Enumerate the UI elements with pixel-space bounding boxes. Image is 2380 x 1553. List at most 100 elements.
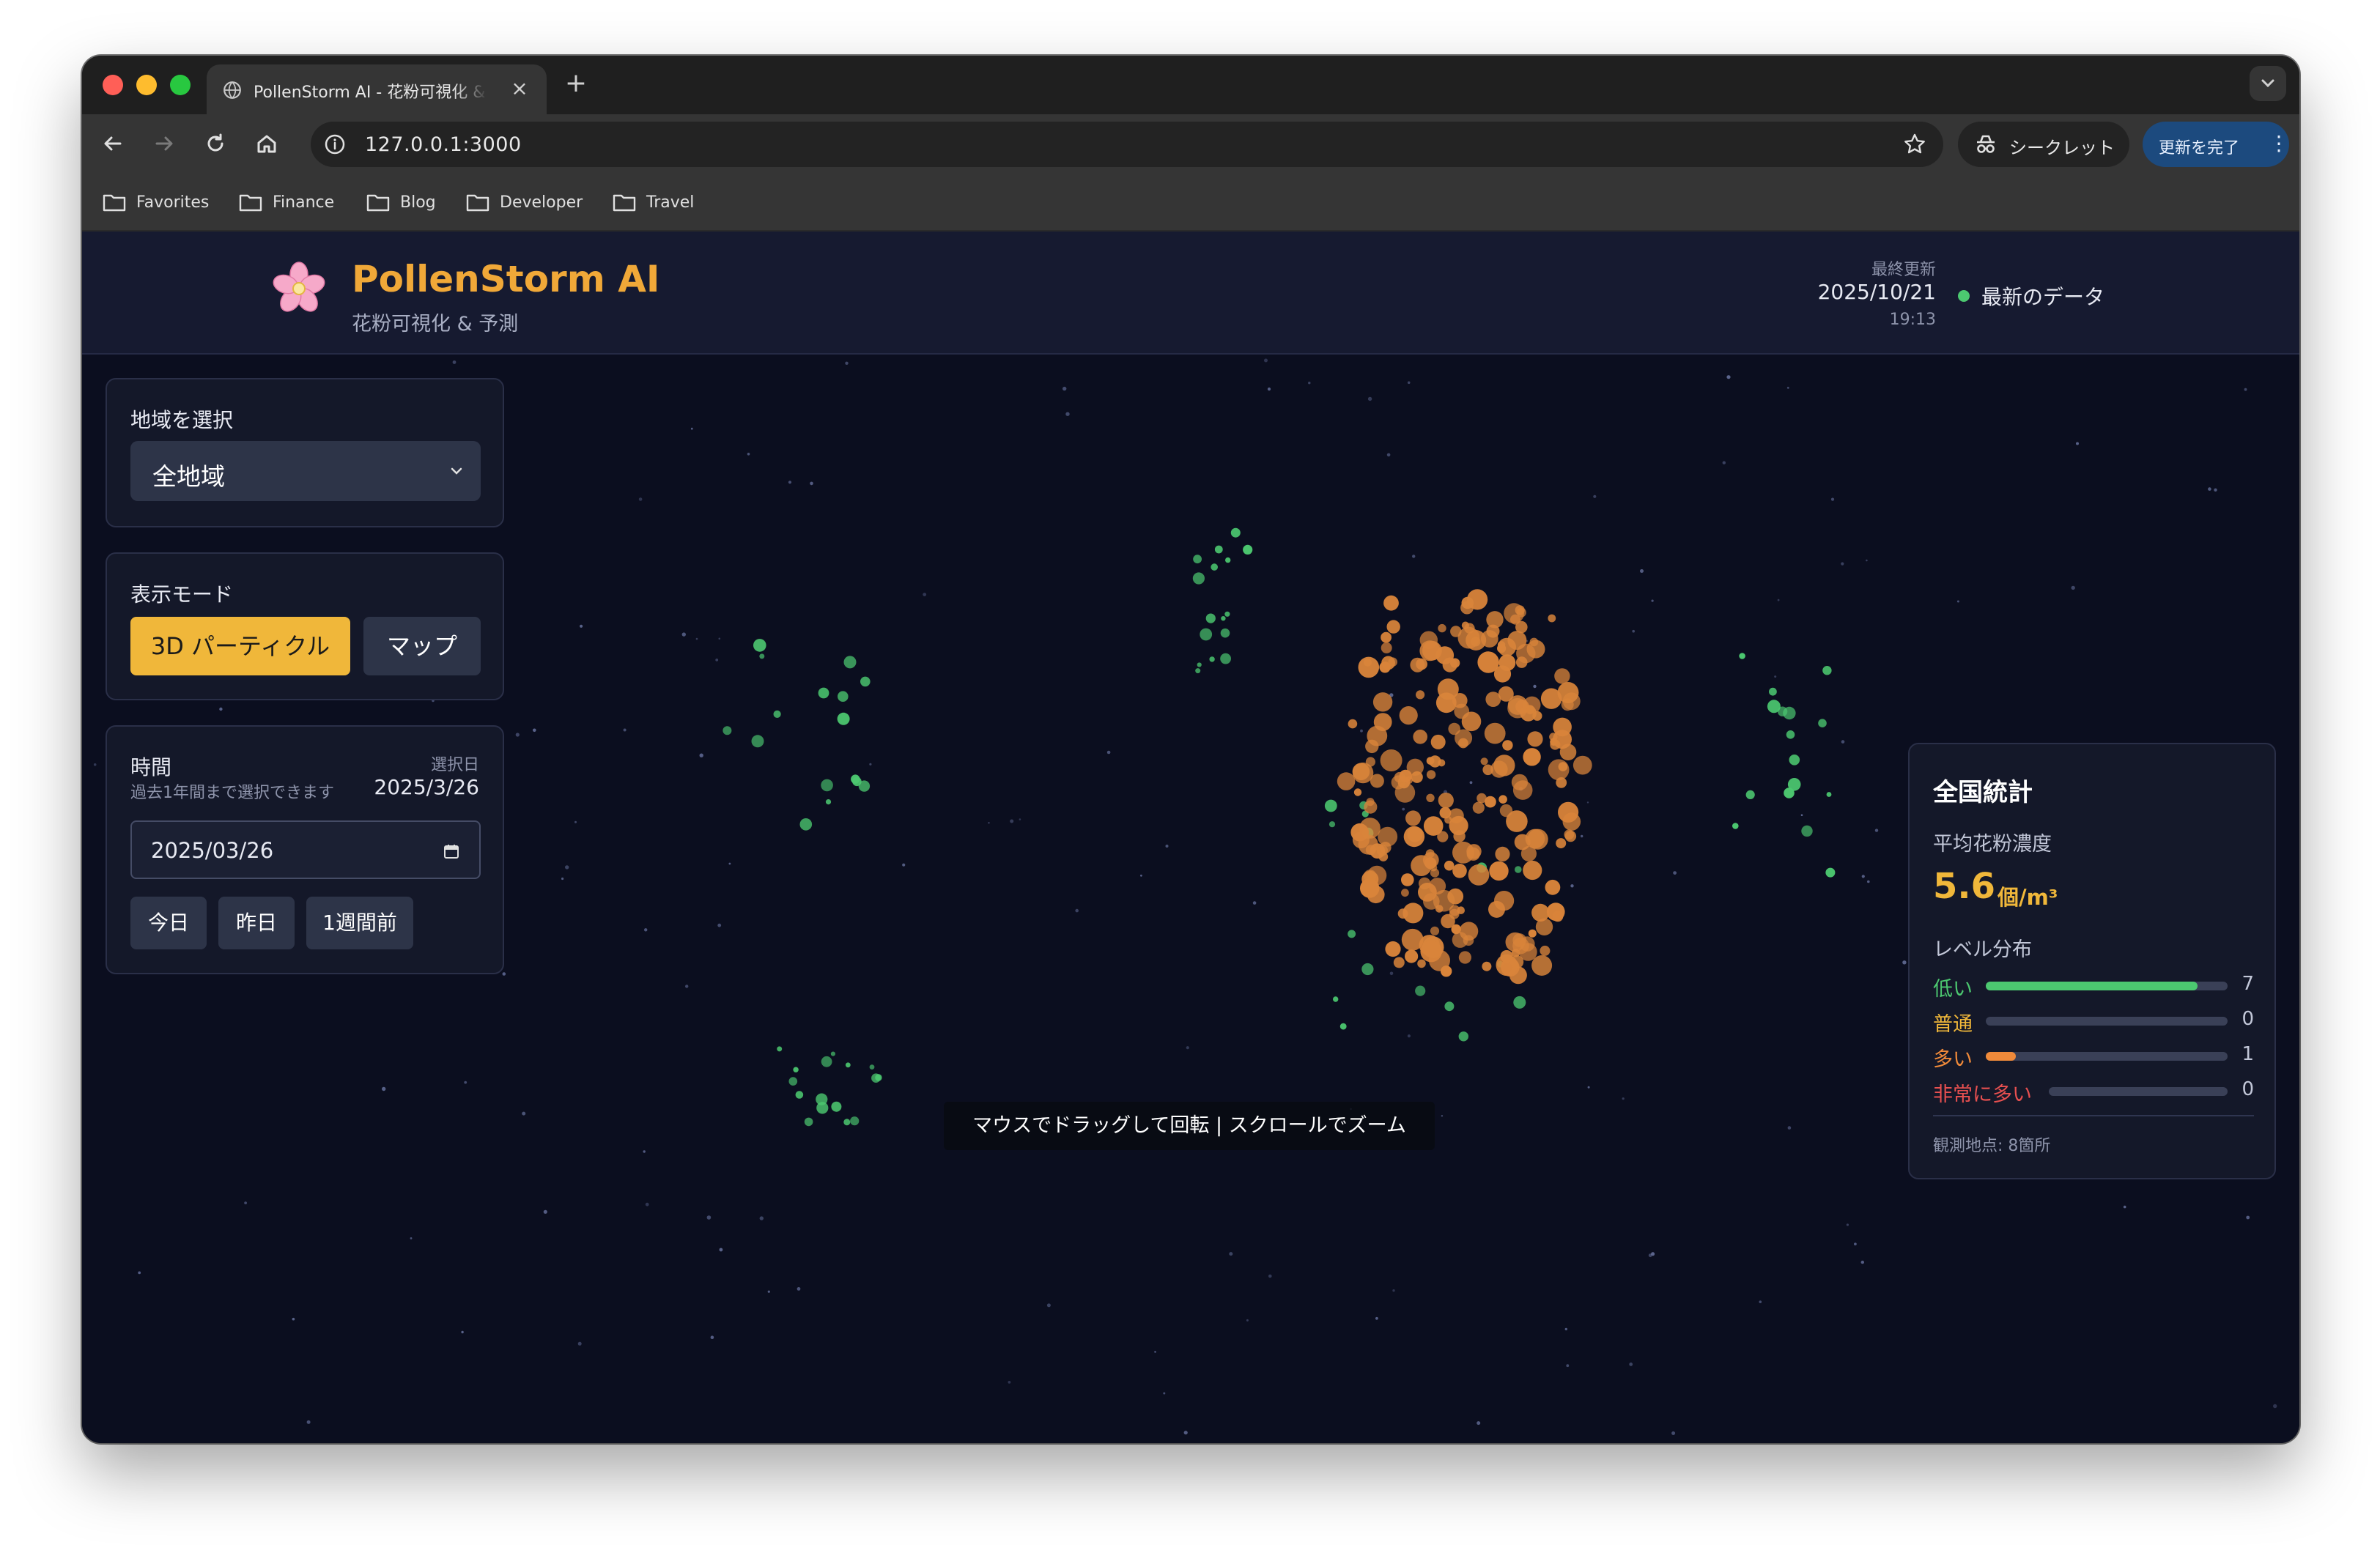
level-count: 1: [2242, 1043, 2254, 1065]
star-particle: [1367, 396, 1372, 401]
mode-map-button[interactable]: マップ: [363, 617, 481, 675]
pollen-particle-low: [788, 1077, 798, 1086]
star-particle: [645, 1202, 649, 1207]
level-label: 低い: [1933, 978, 1973, 1001]
forward-arrow-icon[interactable]: [149, 129, 179, 158]
pollen-particle-high: [1352, 763, 1370, 781]
pollen-particle-high: [1435, 692, 1457, 714]
pollen-particle-low: [1818, 719, 1827, 727]
pollen-particle-high: [1452, 932, 1468, 948]
close-window-button[interactable]: [103, 75, 123, 95]
star-particle: [1407, 1034, 1411, 1038]
bookmarks-bar: Favorites Finance Blog Developer Travel: [82, 173, 2299, 231]
today-button[interactable]: 今日: [130, 897, 207, 949]
avg-pollen-unit: 個/m³: [1998, 885, 2058, 910]
bookmark-travel[interactable]: Travel: [613, 189, 708, 215]
star-particle: [1777, 598, 1780, 601]
star-particle: [244, 1201, 247, 1204]
maximize-window-button[interactable]: [170, 75, 191, 95]
pollen-particle-high: [1350, 823, 1369, 842]
folder-icon: [103, 194, 126, 212]
mode-3d-particles-button[interactable]: 3D パーティクル: [130, 617, 350, 675]
pollen-particle-high: [1370, 774, 1384, 788]
pollen-particle-high: [1482, 764, 1493, 776]
star-particle: [1841, 562, 1844, 566]
pollen-particle-low: [799, 818, 813, 831]
folder-icon: [239, 194, 262, 212]
pollen-particle-low: [837, 712, 850, 725]
star-particle: [869, 763, 872, 766]
chevron-down-icon: [2261, 79, 2274, 88]
pollen-particle-high: [1482, 961, 1492, 971]
tab-title: PollenStorm AI - 花粉可視化 & 予測: [254, 84, 488, 101]
pollen-particle-high: [1438, 793, 1454, 809]
star-particle: [2214, 488, 2217, 492]
star-particle: [728, 862, 731, 865]
pollen-particle-high: [1438, 623, 1446, 633]
one-week-ago-button[interactable]: 1週間前: [306, 897, 413, 949]
pollen-particle-low: [1801, 825, 1813, 837]
pollen-particle-low: [1769, 687, 1777, 696]
browser-tab[interactable]: PollenStorm AI - 花粉可視化 & 予測 ×: [207, 64, 547, 114]
pollen-particle-low: [1458, 1031, 1469, 1042]
star-particle: [788, 481, 792, 484]
pollen-particle-high: [1495, 846, 1510, 861]
pollen-particle-low: [793, 1067, 799, 1072]
more-menu-icon[interactable]: ⋮: [2269, 130, 2289, 157]
incognito-indicator[interactable]: シークレット: [1958, 122, 2129, 167]
star-particle: [1386, 453, 1391, 457]
pollen-particle-low: [1328, 821, 1336, 828]
bookmark-finance[interactable]: Finance: [239, 189, 349, 215]
update-button[interactable]: 更新を完了 ⋮: [2143, 122, 2289, 167]
pollen-particle-low: [751, 735, 764, 748]
particle-scene[interactable]: 地域を選択 全地域 表示モード 3D パーティクル マップ 時間 過去1年間まで…: [82, 355, 2299, 1443]
bookmark-star-icon[interactable]: [1902, 132, 1927, 157]
tab-close-icon[interactable]: ×: [509, 78, 531, 100]
level-distribution-label: レベル分布: [1933, 938, 2032, 961]
pollen-particle-high: [1561, 698, 1574, 711]
star-particle: [1308, 382, 1311, 385]
star-particle: [1229, 1252, 1233, 1256]
back-arrow-icon[interactable]: [98, 129, 128, 158]
star-particle: [1252, 901, 1257, 905]
pollen-particle-high: [1380, 749, 1402, 771]
time-sublabel: 過去1年間まで選択できます: [130, 784, 334, 802]
calendar-icon[interactable]: [443, 842, 460, 860]
bookmark-label: Developer: [500, 193, 583, 212]
tab-search-button[interactable]: [2250, 66, 2286, 101]
pollen-particle-high: [1489, 861, 1509, 881]
star-particle: [699, 753, 703, 757]
pollen-particle-low: [1515, 866, 1522, 873]
star-particle: [1566, 1364, 1570, 1368]
pollen-particle-low: [825, 799, 832, 805]
bookmark-favorites[interactable]: Favorites: [103, 189, 220, 215]
pollen-particle-low: [821, 1056, 832, 1067]
minimize-window-button[interactable]: [136, 75, 157, 95]
region-select[interactable]: 全地域: [130, 441, 481, 501]
star-particle: [1722, 461, 1726, 464]
pollen-particle-high: [1402, 902, 1424, 924]
yesterday-button[interactable]: 昨日: [218, 897, 295, 949]
reload-icon[interactable]: [201, 129, 230, 158]
site-info-icon[interactable]: [322, 132, 347, 157]
pollen-particle-high: [1451, 924, 1461, 935]
star-particle: [797, 1287, 801, 1291]
new-tab-button[interactable]: +: [561, 69, 591, 98]
pollen-particle-high: [1488, 900, 1505, 918]
pollen-particle-low: [1415, 985, 1426, 996]
star-particle: [2123, 1205, 2126, 1209]
pollen-particle-high: [1381, 631, 1392, 643]
bookmark-developer[interactable]: Developer: [466, 189, 598, 215]
display-mode-label: 表示モード: [130, 582, 234, 607]
level-row-high: 多い 1: [1933, 1043, 2254, 1071]
home-icon[interactable]: [252, 129, 281, 158]
star-particle: [565, 865, 569, 870]
date-input[interactable]: 2025/03/26: [130, 820, 481, 879]
star-particle: [515, 733, 520, 737]
pollen-particle-high: [1444, 860, 1455, 871]
star-particle: [580, 624, 583, 628]
star-particle: [1154, 1351, 1156, 1353]
bookmark-blog[interactable]: Blog: [366, 189, 447, 215]
address-bar[interactable]: 127.0.0.1:3000: [311, 122, 1943, 167]
pollen-particle-low: [1211, 563, 1218, 571]
